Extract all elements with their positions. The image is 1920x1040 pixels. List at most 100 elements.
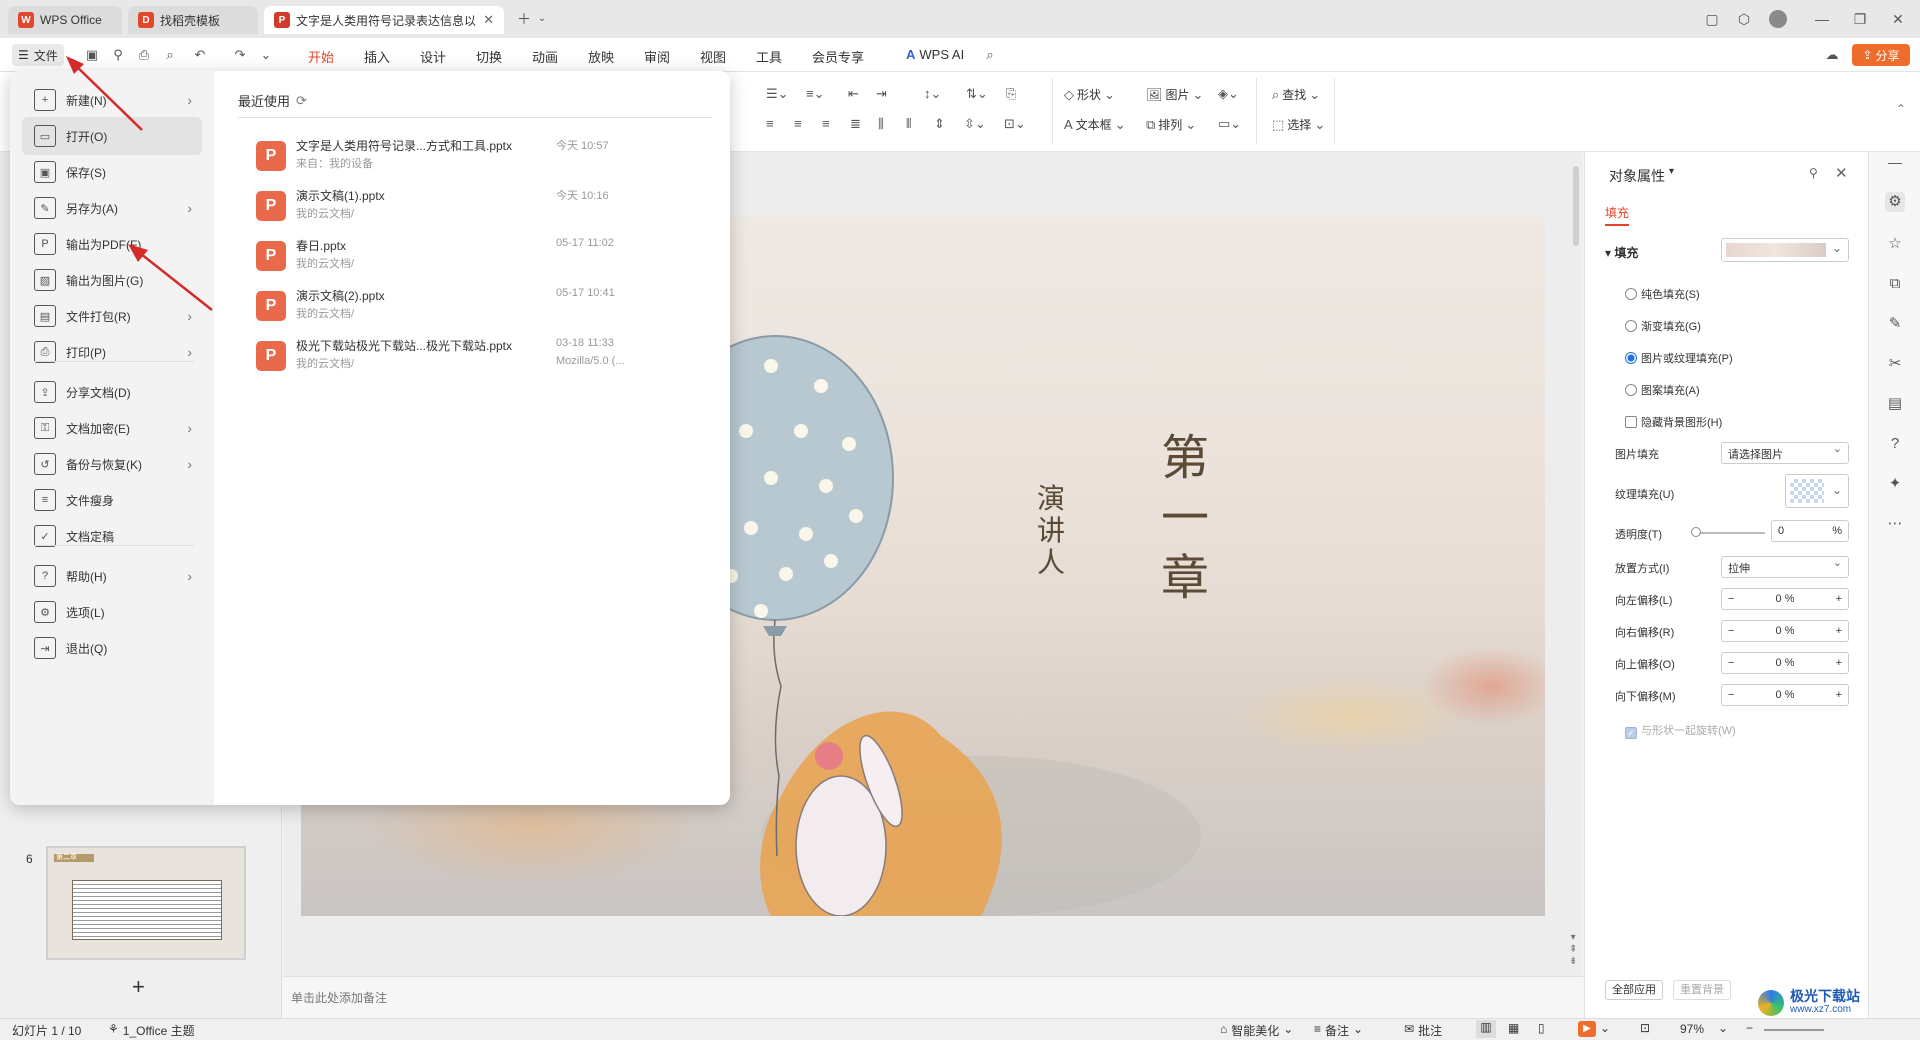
numbered-list-icon[interactable]: ≡⌄ (806, 86, 824, 102)
close-window-icon[interactable]: ✕ (1886, 8, 1910, 30)
file-menu-item[interactable]: ⚿ 文档加密(E) › (22, 409, 202, 447)
radio-picture-fill[interactable]: 图片或纹理填充(P) (1625, 350, 1733, 366)
help-icon[interactable]: ? (1885, 434, 1905, 454)
file-menu-item[interactable]: ≡ 文件瘦身 (22, 481, 202, 519)
file-menu-item[interactable]: P 输出为PDF(F) (22, 225, 202, 263)
edit-icon[interactable]: ✎ (1885, 314, 1905, 334)
pin-icon[interactable]: ⚲ (1809, 166, 1818, 180)
grid-view-icon[interactable]: ▦ (1508, 1021, 1519, 1035)
file-menu-item[interactable]: ▣ 保存(S) (22, 153, 202, 191)
file-menu-item[interactable]: ↺ 备份与恢复(K) › (22, 445, 202, 483)
menu-slideshow[interactable]: 放映 (588, 47, 614, 66)
radio-gradient-fill[interactable]: 渐变填充(G) (1625, 318, 1701, 334)
undo-icon[interactable]: ↶ (192, 47, 208, 63)
theme-info[interactable]: ⚘ 1_Office 主题 (108, 1022, 195, 1039)
file-menu-item[interactable]: ? 帮助(H) › (22, 557, 202, 595)
distribute-icon[interactable]: ⫼ (878, 116, 884, 132)
close-icon[interactable]: ✕ (1835, 164, 1848, 182)
picture-button[interactable]: 🖼 图片 ⌄ (1146, 86, 1203, 103)
plus-icon[interactable]: + (1836, 657, 1842, 669)
radio-solid-fill[interactable]: 纯色填充(S) (1625, 286, 1700, 302)
indent-increase-icon[interactable]: ⇥ (876, 86, 887, 102)
vertical-scrollbar[interactable] (1573, 166, 1579, 246)
search-icon[interactable]: ⌕ (982, 47, 998, 63)
menu-start[interactable]: 开始 (308, 47, 335, 74)
text-box-format-icon[interactable]: ⊡⌄ (1004, 116, 1026, 132)
hide-bg-checkbox[interactable]: 隐藏背景图形(H) (1625, 414, 1722, 430)
refresh-icon[interactable]: ⟳ (296, 93, 307, 109)
add-slide-button[interactable]: + (132, 974, 145, 1000)
transparency-input[interactable]: 0% (1771, 520, 1849, 542)
offset-left-stepper[interactable]: − 0 % + (1721, 588, 1849, 610)
recent-file-item[interactable]: P 春日.pptx 我的云文档/05-17 11:02 (238, 233, 718, 281)
book-icon[interactable]: ▤ (1885, 394, 1905, 414)
menu-view[interactable]: 视图 (700, 47, 726, 66)
offset-down-stepper[interactable]: − 0 % + (1721, 684, 1849, 706)
tab-template[interactable]: D 找稻壳模板 (128, 6, 258, 34)
bullet-list-icon[interactable]: ☰⌄ (766, 86, 789, 102)
minimize-panel-icon[interactable]: — (1885, 152, 1905, 172)
window-layout-icon[interactable]: ▢ (1700, 8, 1724, 30)
file-menu-item[interactable]: ▭ 打开(O) (22, 117, 202, 155)
notes-button[interactable]: ≡ 备注 ⌄ (1314, 1022, 1363, 1039)
avatar[interactable] (1766, 8, 1790, 30)
smart-beautify-button[interactable]: ⌂ 智能美化 ⌄ (1220, 1022, 1293, 1039)
texture-select[interactable]: ⌄ (1785, 474, 1849, 508)
minus-icon[interactable]: − (1728, 593, 1734, 605)
find-button[interactable]: ⌕ 查找 ⌄ (1272, 86, 1320, 103)
magic-icon[interactable]: ✦ (1885, 474, 1905, 494)
print-preview-icon[interactable]: ⌕ (162, 47, 178, 63)
collapse-ribbon-icon[interactable]: ⌃ (1896, 102, 1906, 116)
save-icon[interactable]: ▣ (84, 47, 100, 63)
file-menu-item[interactable]: ▤ 文件打包(R) › (22, 297, 202, 335)
radio-pattern-fill[interactable]: 图案填充(A) (1625, 382, 1700, 398)
file-menu-item[interactable]: ⇥ 退出(Q) (22, 629, 202, 667)
panel-title[interactable]: 对象属性 ▾ (1609, 166, 1674, 186)
vertical-align-icon[interactable]: ⇕ (934, 116, 945, 132)
indent-decrease-icon[interactable]: ⇤ (848, 86, 859, 102)
layers-icon[interactable]: ⧉ (1885, 274, 1905, 294)
cloud-sync-icon[interactable]: ☁ (1824, 47, 1840, 63)
textbox-button[interactable]: A 文本框 ⌄ (1064, 116, 1126, 133)
file-menu-item[interactable]: ✎ 另存为(A) › (22, 189, 202, 227)
zoom-level[interactable]: 97% (1680, 1022, 1704, 1036)
file-menu-item[interactable]: ⎙ 打印(P) › (22, 333, 202, 371)
file-menu-item[interactable]: ▨ 输出为图片(G) (22, 261, 202, 299)
align-center-icon[interactable]: ≡ (794, 116, 802, 131)
share-button[interactable]: ⇪ 分享 (1852, 44, 1910, 66)
more-icon[interactable]: ⌄ (258, 47, 274, 63)
tab-fill[interactable]: 填充 (1605, 204, 1630, 226)
chevron-down-icon[interactable]: ⌄ (1600, 1021, 1610, 1035)
recent-file-item[interactable]: P 演示文稿(2).pptx 我的云文档/05-17 10:41 (238, 283, 718, 331)
recent-file-item[interactable]: P 极光下载站极光下载站...极光下载站.pptx 我的云文档/03-18 11:3… (238, 333, 718, 381)
fill-color-button[interactable]: ◈⌄ (1218, 86, 1239, 102)
close-tab-icon[interactable]: ✕ (483, 12, 494, 28)
print-icon[interactable]: ⎙ (136, 47, 152, 63)
menu-animation[interactable]: 动画 (532, 47, 558, 66)
zoom-slider[interactable] (1764, 1029, 1824, 1031)
restore-icon[interactable]: ❐ (1848, 8, 1872, 30)
minus-icon[interactable]: − (1728, 657, 1734, 669)
placement-select[interactable]: 拉伸 (1721, 556, 1849, 578)
wps-ai-button[interactable]: A WPS AI (906, 47, 964, 62)
minimize-icon[interactable]: — (1810, 8, 1834, 30)
cube-icon[interactable]: ⬡ (1732, 8, 1756, 30)
redo-icon[interactable]: ↷ (232, 47, 248, 63)
text-direction-icon[interactable]: ⇳⌄ (964, 116, 986, 132)
offset-up-stepper[interactable]: − 0 % + (1721, 652, 1849, 674)
file-menu-item[interactable]: ✓ 文档定稿 (22, 517, 202, 555)
shape-button[interactable]: ◇ 形状 ⌄ (1064, 86, 1115, 103)
outline-button[interactable]: ▭⌄ (1218, 116, 1241, 132)
key-icon[interactable]: ⚲ (110, 47, 126, 63)
minus-icon[interactable]: − (1728, 689, 1734, 701)
recent-file-item[interactable]: P 文字是人类用符号记录...方式和工具.pptx 来自：我的设备 今天 10:57 (238, 133, 718, 181)
menu-member[interactable]: 会员专享 (812, 47, 864, 66)
slider-handle[interactable] (1691, 527, 1701, 537)
align-left-icon[interactable]: ≡ (766, 116, 774, 131)
scroll-nav-icons[interactable]: ▾ ⇞ ⇟ (1569, 932, 1577, 968)
more-icon[interactable]: ⋯ (1885, 514, 1905, 534)
tab-document[interactable]: P 文字是人类用符号记录表达信息以 ✕ (264, 6, 504, 34)
select-button[interactable]: ⬚ 选择 ⌄ (1272, 116, 1325, 133)
fill-preview-dropdown[interactable]: ⌄ (1721, 238, 1849, 262)
chevron-down-icon[interactable]: ⌄ (1718, 1021, 1728, 1035)
